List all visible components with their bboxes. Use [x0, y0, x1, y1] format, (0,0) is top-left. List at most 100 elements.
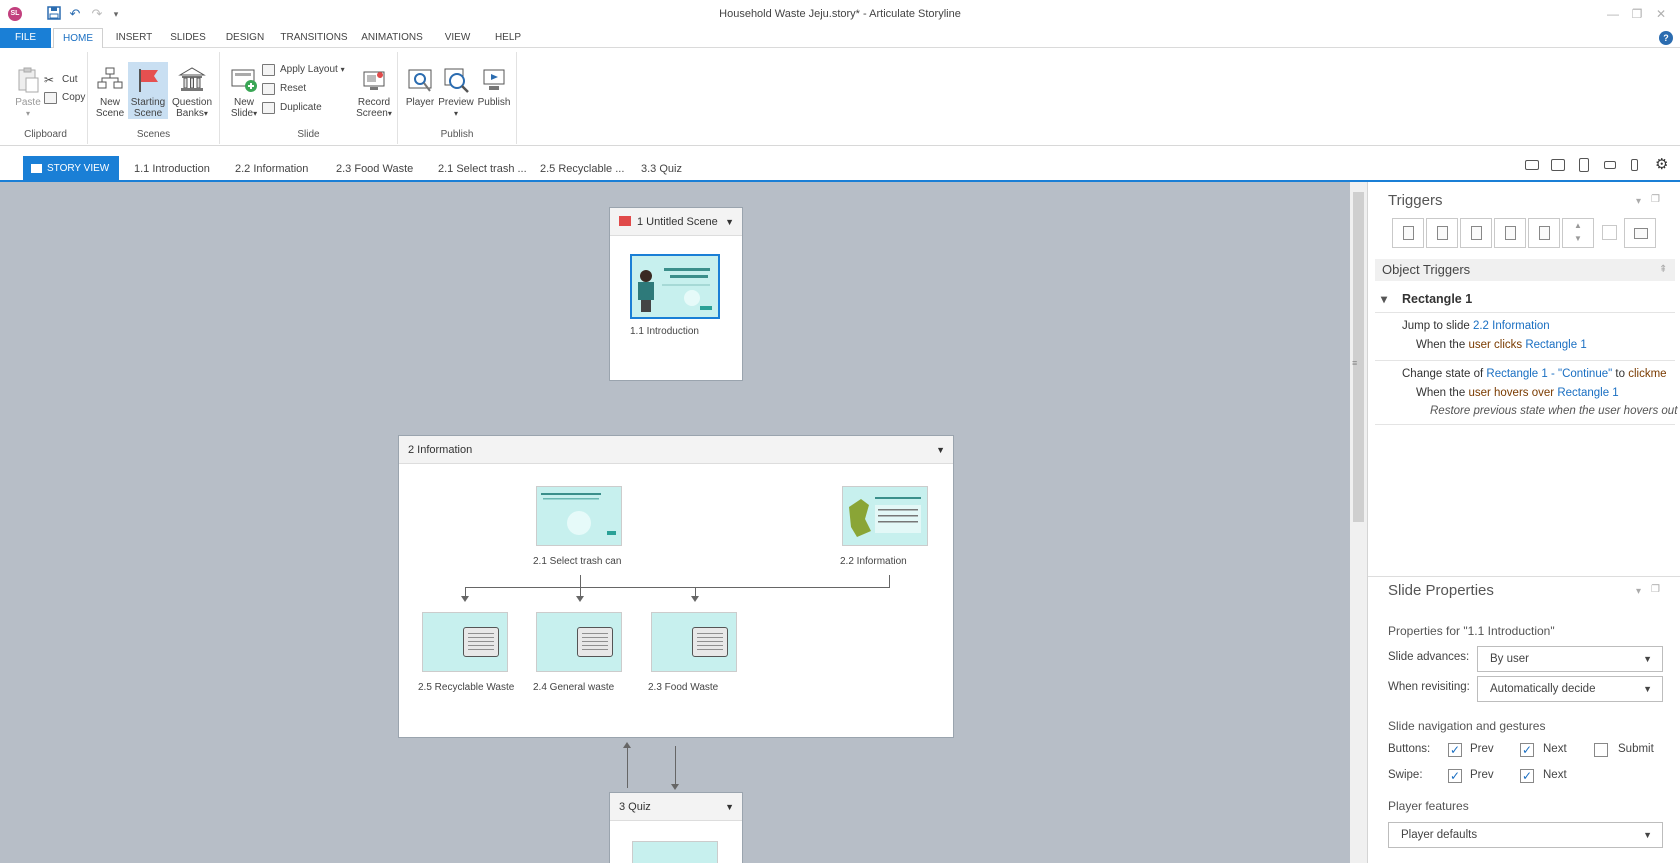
publish-button[interactable]: Publish	[474, 62, 514, 108]
trigger-2-state[interactable]: clickme	[1628, 368, 1666, 380]
apply-layout-button[interactable]: Apply Layout ▾	[262, 62, 345, 78]
trigger-2-restore-note[interactable]: Restore previous state when the user hov…	[1430, 405, 1677, 417]
slide-thumbnail[interactable]	[842, 486, 928, 546]
swipe-prev-checkbox[interactable]: ✓	[1448, 769, 1462, 783]
chevron-down-icon[interactable]: ▾	[108, 6, 124, 22]
tab-story-view[interactable]: STORY VIEW	[23, 156, 120, 182]
tab-design[interactable]: DESIGN	[219, 28, 271, 48]
trigger-1-target[interactable]: 2.2 Information	[1473, 320, 1550, 332]
minimize-icon[interactable]: —	[1603, 6, 1623, 22]
scrollbar-thumb[interactable]	[1353, 192, 1364, 522]
slide-advances-dropdown[interactable]: By user ▼	[1477, 646, 1663, 672]
gear-icon[interactable]: ⚙	[1655, 155, 1668, 173]
copy-trigger-button[interactable]	[1460, 218, 1492, 248]
tab-help[interactable]: HELP	[487, 28, 529, 48]
resize-handle-icon[interactable]: ≡	[1352, 358, 1357, 368]
swipe-next-checkbox[interactable]: ✓	[1520, 769, 1534, 783]
slide-thumbnail[interactable]	[651, 612, 737, 672]
paste-trigger-button[interactable]	[1494, 218, 1526, 248]
collapse-triangle-icon[interactable]: ▾	[1381, 292, 1387, 306]
trigger-2-object[interactable]: Rectangle 1	[1557, 387, 1618, 399]
trigger-2-action[interactable]: Change state of Rectangle 1 - "Continue"…	[1402, 368, 1667, 380]
trigger-1-action[interactable]: Jump to slide 2.2 Information	[1402, 320, 1550, 332]
redo-icon[interactable]: ↷	[89, 6, 105, 22]
undo-icon[interactable]: ↶	[67, 6, 83, 22]
slide-thumbnail[interactable]	[536, 612, 622, 672]
phone-landscape-icon[interactable]	[1604, 161, 1616, 169]
new-slide-button[interactable]: New Slide▾	[224, 62, 264, 119]
copy-button[interactable]: Copy	[44, 90, 85, 106]
starting-scene-button[interactable]: Starting Scene	[128, 62, 168, 119]
chevron-down-icon[interactable]: ▼	[725, 793, 734, 821]
tab-file[interactable]: FILE	[0, 28, 51, 48]
trigger-1-who[interactable]: user	[1468, 339, 1490, 351]
scene-header[interactable]: 3 Quiz ▼	[610, 793, 742, 821]
trigger-2-who[interactable]: user	[1468, 387, 1490, 399]
player-button[interactable]: Player	[400, 62, 440, 108]
slide-thumbnail[interactable]	[536, 486, 622, 546]
player-features-dropdown[interactable]: Player defaults ▼	[1388, 822, 1663, 848]
save-icon[interactable]	[46, 6, 62, 22]
help-icon[interactable]: ?	[1659, 31, 1673, 45]
tab-slide-3-3[interactable]: 3.3 Quiz	[641, 156, 682, 182]
tab-home[interactable]: HOME	[53, 28, 103, 49]
tab-view[interactable]: VIEW	[435, 28, 480, 48]
variables-button[interactable]	[1624, 218, 1656, 248]
buttons-submit-checkbox[interactable]	[1594, 743, 1608, 757]
tablet-portrait-icon[interactable]	[1579, 158, 1589, 172]
tab-slides[interactable]: SLIDES	[164, 28, 212, 48]
preview-button[interactable]: Preview ▾	[436, 62, 476, 119]
tab-slide-2-5[interactable]: 2.5 Recyclable ...	[540, 156, 624, 182]
scene-card[interactable]: 3 Quiz ▼	[609, 792, 743, 863]
duplicate-button[interactable]: Duplicate	[262, 100, 322, 116]
tab-insert[interactable]: INSERT	[110, 28, 158, 48]
buttons-prev-checkbox[interactable]: ✓	[1448, 743, 1462, 757]
new-scene-button[interactable]: New Scene	[90, 62, 130, 119]
paste-button[interactable]: Paste ▾	[8, 62, 48, 119]
desktop-icon[interactable]	[1525, 160, 1539, 170]
slide-thumbnail[interactable]	[632, 841, 718, 863]
trigger-2-target[interactable]: Rectangle 1 - "Continue"	[1486, 368, 1612, 380]
tab-transitions[interactable]: TRANSITIONS	[278, 28, 350, 48]
float-panel-icon[interactable]: ❐	[1651, 194, 1660, 205]
restore-icon[interactable]: ❐	[1627, 6, 1647, 22]
new-trigger-button[interactable]	[1392, 218, 1424, 248]
move-trigger-button[interactable]: ▲ ▼	[1562, 218, 1594, 248]
scene-card[interactable]: 2 Information ▼ 2.1 Select trash can 2.2…	[398, 435, 954, 738]
reset-button[interactable]: Reset	[262, 81, 306, 97]
trigger-1-event[interactable]: clicks	[1494, 339, 1522, 351]
canvas-scrollbar[interactable]	[1350, 182, 1367, 863]
trigger-1-object[interactable]: Rectangle 1	[1525, 339, 1586, 351]
tab-slide-2-1[interactable]: 2.1 Select trash ...	[438, 156, 527, 182]
object-triggers-header[interactable]: Object Triggers	[1375, 259, 1675, 281]
collapse-icon[interactable]: ▾	[1636, 196, 1641, 207]
chevron-down-icon[interactable]: ▼	[725, 208, 734, 236]
tab-slide-1-1[interactable]: 1.1 Introduction	[134, 156, 210, 182]
when-revisiting-dropdown[interactable]: Automatically decide ▼	[1477, 676, 1663, 702]
trigger-1-condition[interactable]: When the user clicks Rectangle 1	[1416, 339, 1587, 351]
trigger-2-condition[interactable]: When the user hovers over Rectangle 1	[1416, 387, 1619, 399]
story-canvas[interactable]: 1 Untitled Scene ▼ 1.1 Introduction 2 In…	[0, 182, 1350, 863]
float-panel-icon[interactable]: ❐	[1651, 584, 1660, 595]
collapse-icon[interactable]: ▾	[1636, 586, 1641, 597]
tablet-landscape-icon[interactable]	[1551, 159, 1565, 171]
buttons-next-checkbox[interactable]: ✓	[1520, 743, 1534, 757]
tab-animations[interactable]: ANIMATIONS	[357, 28, 427, 48]
question-banks-button[interactable]: Question Banks▾	[172, 62, 212, 119]
cut-button[interactable]: ✂ Cut	[44, 72, 78, 88]
trigger-2-event[interactable]: hovers over	[1494, 387, 1554, 399]
delete-trigger-button[interactable]	[1528, 218, 1560, 248]
slide-thumbnail[interactable]	[630, 254, 720, 319]
trigger-checkbox[interactable]	[1602, 225, 1617, 240]
phone-portrait-icon[interactable]	[1631, 159, 1638, 171]
scene-card[interactable]: 1 Untitled Scene ▼ 1.1 Introduction	[609, 207, 743, 381]
collapse-all-icon[interactable]: ⇞	[1659, 264, 1667, 275]
tab-slide-2-3[interactable]: 2.3 Food Waste	[336, 156, 413, 182]
slide-thumbnail[interactable]	[422, 612, 508, 672]
record-screen-button[interactable]: Record Screen▾	[354, 62, 394, 119]
scene-header[interactable]: 2 Information ▼	[399, 436, 953, 464]
tab-slide-2-2[interactable]: 2.2 Information	[235, 156, 308, 182]
scene-header[interactable]: 1 Untitled Scene ▼	[610, 208, 742, 236]
chevron-down-icon[interactable]: ▼	[936, 436, 945, 464]
edit-trigger-button[interactable]	[1426, 218, 1458, 248]
